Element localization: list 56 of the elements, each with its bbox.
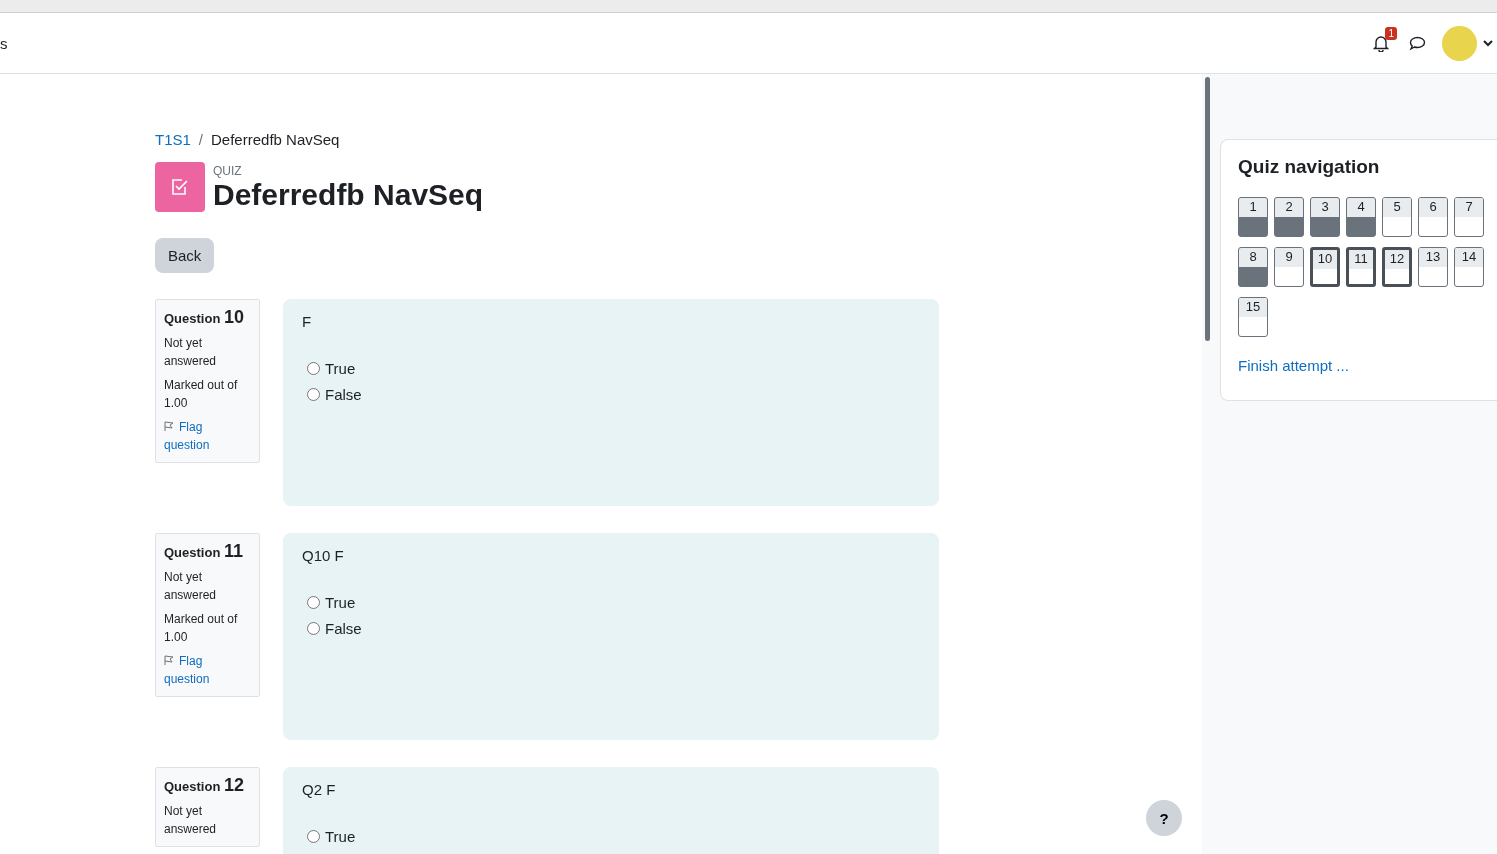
question-nav-button[interactable]: 6	[1418, 197, 1448, 237]
radio-button[interactable]	[307, 622, 320, 635]
question-nav-button[interactable]: 3	[1310, 197, 1340, 237]
breadcrumb-link[interactable]: T1S1	[155, 131, 191, 148]
question-text: F	[302, 313, 313, 330]
chevron-down-icon[interactable]	[1483, 39, 1493, 47]
page-title: Deferredfb NavSeq	[213, 178, 484, 212]
answer-option[interactable]: True	[307, 594, 920, 611]
question-nav-button[interactable]: 12	[1382, 247, 1412, 287]
flag-question-link[interactable]: Flag question	[164, 652, 251, 688]
question-nav-button[interactable]: 11	[1346, 247, 1376, 287]
flag-icon	[164, 421, 174, 431]
notification-count: 1	[1385, 26, 1397, 40]
question-nav-button[interactable]: 10	[1310, 247, 1340, 287]
scrollbar-thumb[interactable]	[1205, 77, 1210, 341]
flag-icon	[164, 655, 174, 665]
answer-option[interactable]: True	[307, 828, 920, 845]
question-nav-button[interactable]: 1	[1238, 197, 1268, 237]
question-nav-button[interactable]: 9	[1274, 247, 1304, 287]
question-nav-button[interactable]: 15	[1238, 297, 1268, 337]
help-button[interactable]: ?	[1146, 800, 1182, 836]
radio-button[interactable]	[307, 596, 320, 609]
question-status: Not yet answered	[164, 803, 218, 838]
answer-option[interactable]: False	[307, 620, 920, 637]
question-nav-button[interactable]: 4	[1346, 197, 1376, 237]
answer-option[interactable]: True	[307, 360, 920, 377]
back-button[interactable]: Back	[155, 238, 215, 273]
answer-option[interactable]: False	[307, 386, 920, 403]
question-nav-button[interactable]: 7	[1454, 197, 1484, 237]
quiz-icon	[155, 162, 205, 212]
breadcrumb-separator: /	[198, 131, 204, 148]
question-text: Q10 F	[302, 547, 345, 564]
question-nav-button[interactable]: 2	[1274, 197, 1304, 237]
radio-button[interactable]	[307, 388, 320, 401]
question-status: Not yet answered	[164, 569, 218, 604]
question-heading: Question 11	[164, 542, 244, 562]
site-name-fragment: s	[0, 34, 8, 52]
question-nav-button[interactable]: 5	[1382, 197, 1412, 237]
question-mark: Marked out of 1.00	[164, 611, 239, 646]
chat-bubble-icon[interactable]	[1409, 35, 1426, 51]
breadcrumb-current: Deferredfb NavSeq	[211, 131, 340, 148]
question-heading: Question 12	[164, 776, 245, 796]
finish-attempt-link[interactable]: Finish attempt ...	[1238, 357, 1481, 374]
question-mark: Marked out of 1.00	[164, 377, 239, 412]
question-text: Q2 F	[302, 781, 337, 798]
radio-button[interactable]	[307, 362, 320, 375]
question-nav-button[interactable]: 14	[1454, 247, 1484, 287]
question-nav-button[interactable]: 13	[1418, 247, 1448, 287]
radio-button[interactable]	[307, 830, 320, 843]
question-heading: Question 10	[164, 308, 245, 328]
activity-type: QUIZ	[213, 164, 243, 178]
bell-icon[interactable]	[1373, 34, 1389, 52]
question-nav-button[interactable]: 8	[1238, 247, 1268, 287]
flag-question-link[interactable]: Flag question	[164, 418, 251, 454]
quiz-navigation-title: Quiz navigation	[1238, 156, 1381, 178]
question-status: Not yet answered	[164, 335, 218, 370]
